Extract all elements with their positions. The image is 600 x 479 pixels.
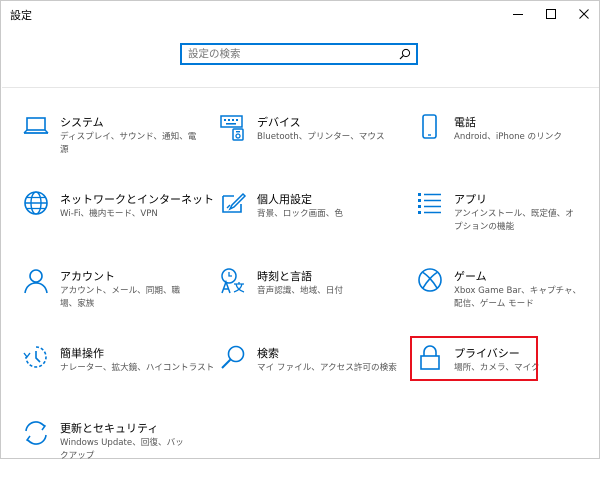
category-description: マイ ファイル、アクセス許可の検索 (257, 363, 397, 373)
window-title: 設定 (10, 9, 32, 22)
category-ease-of-access[interactable]: 簡単操作 ナレーター、拡大鏡、ハイコントラスト (22, 344, 214, 404)
category-phone[interactable]: 電話 Android、iPhone のリンク (416, 113, 586, 173)
paint-icon (219, 190, 247, 220)
privacy-highlight-frame (410, 336, 538, 381)
category-name: ネットワークとインターネット (60, 193, 214, 206)
category-devices[interactable]: デバイス Bluetooth、プリンター、マウス (219, 113, 394, 173)
category-apps[interactable]: アプリ アンインストール、既定値、オプションの機能 (416, 190, 586, 250)
keyboard-icon (219, 113, 247, 143)
apps-list-icon (416, 190, 444, 220)
category-name: 簡単操作 (60, 347, 104, 360)
category-description: アカウント、メール、同期、職場、家族 (60, 286, 181, 309)
category-description: Android、iPhone のリンク (454, 132, 562, 142)
category-accounts[interactable]: アカウント アカウント、メール、同期、職場、家族 (22, 267, 197, 327)
category-description: 背景、ロック画面、色 (257, 209, 343, 219)
maximize-icon (546, 9, 556, 19)
category-name: 個人用設定 (257, 193, 312, 206)
category-description: 音声認識、地域、日付 (257, 286, 343, 296)
category-name: ゲーム (454, 270, 487, 283)
settings-window: 設定 設定の検索 システム ディスプレイ、サウンド、通知、電源 デバイス Blu… (0, 0, 600, 461)
magnifier-icon (219, 344, 247, 374)
title-bar: 設定 (1, 1, 599, 27)
phone-icon (416, 113, 444, 143)
category-name: デバイス (257, 116, 301, 129)
category-description: Xbox Game Bar、キャプチャ、配信、ゲーム モード (454, 286, 582, 309)
minimize-button[interactable] (501, 1, 535, 27)
category-system[interactable]: システム ディスプレイ、サウンド、通知、電源 (22, 113, 197, 173)
xbox-icon (416, 267, 444, 297)
category-description: Windows Update、回復、バックアップ (60, 438, 184, 461)
close-button[interactable] (567, 1, 600, 27)
category-time-language[interactable]: 時刻と言語 音声認識、地域、日付 (219, 267, 394, 327)
category-search[interactable]: 検索 マイ ファイル、アクセス許可の検索 (219, 344, 397, 404)
search-icon[interactable] (399, 48, 411, 60)
category-description: ナレーター、拡大鏡、ハイコントラスト (60, 363, 215, 373)
person-icon (22, 267, 50, 297)
category-personalization[interactable]: 個人用設定 背景、ロック画面、色 (219, 190, 394, 250)
category-description: Bluetooth、プリンター、マウス (257, 132, 385, 142)
category-network[interactable]: ネットワークとインターネット Wi-Fi、機内モード、VPN (22, 190, 214, 250)
header-divider (2, 87, 599, 88)
sync-icon (22, 419, 50, 449)
category-update-security[interactable]: 更新とセキュリティ Windows Update、回復、バックアップ (22, 419, 197, 479)
category-description: ディスプレイ、サウンド、通知、電源 (60, 132, 197, 155)
globe-icon (22, 190, 50, 220)
category-name: アプリ (454, 193, 487, 206)
close-icon (579, 9, 589, 19)
laptop-icon (22, 113, 50, 143)
category-description: Wi-Fi、機内モード、VPN (60, 209, 158, 219)
category-name: アカウント (60, 270, 115, 283)
category-name: 電話 (454, 116, 476, 129)
time-language-icon (219, 267, 247, 297)
category-name: 更新とセキュリティ (60, 422, 159, 435)
category-gaming[interactable]: ゲーム Xbox Game Bar、キャプチャ、配信、ゲーム モード (416, 267, 586, 327)
maximize-button[interactable] (534, 1, 568, 27)
ease-of-access-icon (22, 344, 50, 374)
category-name: 時刻と言語 (257, 270, 312, 283)
search-input[interactable] (188, 45, 388, 63)
search-box[interactable] (180, 43, 418, 65)
category-name: 検索 (257, 347, 279, 360)
category-description: アンインストール、既定値、オプションの機能 (454, 209, 574, 232)
minimize-icon (513, 14, 523, 15)
category-name: システム (60, 116, 104, 129)
